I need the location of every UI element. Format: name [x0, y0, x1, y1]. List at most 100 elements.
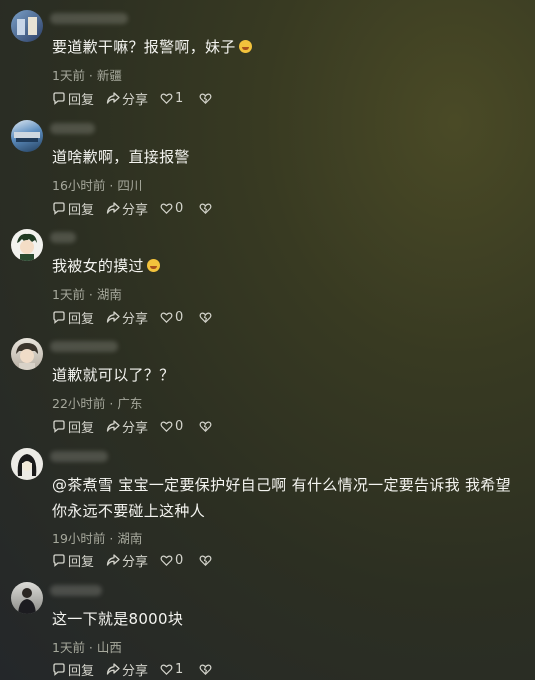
reply-label: 回复: [68, 311, 95, 327]
reply-label: 回复: [68, 92, 95, 108]
share-label: 分享: [122, 420, 149, 436]
comment-meta: 22小时前 · 广东: [52, 396, 143, 411]
share-button[interactable]: 分享: [106, 308, 148, 327]
username-blurred[interactable]: [50, 123, 95, 134]
comment-bubble-icon: [53, 554, 65, 567]
reply-button[interactable]: 回复: [52, 199, 94, 218]
dislike-button[interactable]: [199, 202, 214, 215]
comment-text: 道歉就可以了？？: [52, 366, 175, 384]
reply-button[interactable]: 回复: [52, 551, 94, 570]
share-button[interactable]: 分享: [106, 551, 148, 570]
comment-bubble-icon: [53, 202, 65, 215]
comment-text: @茶煮雪 宝宝一定要保护好自己啊 有什么情况一定要告诉我 我希望你永远不要碰上这…: [52, 476, 511, 520]
heart-icon: [160, 664, 173, 675]
like-count: 1: [175, 661, 184, 677]
comment-text: 要道歉干嘛？报警啊，妹子: [52, 34, 523, 60]
heart-icon: [160, 421, 173, 432]
heart-icon: [160, 312, 173, 323]
broken-heart-icon: [199, 421, 212, 432]
like-count: 0: [175, 200, 184, 216]
comment-meta: 19小时前 · 湖南: [52, 531, 143, 546]
avatar-image: [17, 17, 37, 35]
share-button[interactable]: 分享: [106, 417, 148, 436]
like-button[interactable]: 1: [160, 662, 183, 677]
share-button[interactable]: 分享: [106, 89, 148, 108]
comment-meta: 1天前 · 山西: [52, 640, 122, 655]
like-button[interactable]: 0: [160, 419, 183, 434]
avatar-image: [17, 233, 37, 261]
comment-actions: 回复 分享 1: [52, 89, 226, 108]
comment-actions: 回复 分享 1: [52, 660, 226, 679]
broken-heart-icon: [199, 312, 212, 323]
like-count: 0: [175, 418, 184, 434]
broken-heart-icon: [199, 203, 212, 214]
comment-text-content: 我被女的摸过: [52, 257, 144, 275]
reply-label: 回复: [68, 202, 95, 218]
share-label: 分享: [122, 663, 149, 679]
comment-text: 这一下就是8000块: [52, 610, 184, 628]
broken-heart-icon: [199, 555, 212, 566]
laughing-emoji-icon: [238, 40, 252, 53]
comment-bubble-icon: [53, 663, 65, 676]
comment-bubble-icon: [53, 420, 65, 433]
share-arrow-icon: [106, 554, 120, 566]
broken-heart-icon: [199, 93, 212, 104]
comment-bubble-icon: [53, 311, 65, 324]
reply-label: 回复: [68, 420, 95, 436]
username-blurred[interactable]: [50, 451, 108, 462]
like-button[interactable]: 0: [160, 201, 183, 216]
comment-text: 道啥歉啊，直接报警: [52, 148, 190, 166]
like-button[interactable]: 0: [160, 310, 183, 325]
like-button[interactable]: 0: [160, 553, 183, 568]
heart-icon: [160, 203, 173, 214]
share-arrow-icon: [106, 311, 120, 323]
username-blurred[interactable]: [50, 341, 118, 352]
share-arrow-icon: [106, 202, 120, 214]
avatar-image: [16, 343, 38, 370]
like-count: 0: [175, 309, 184, 325]
like-count: 1: [175, 90, 184, 106]
reply-label: 回复: [68, 663, 95, 679]
comment-actions: 回复 分享 0: [52, 551, 226, 570]
reply-button[interactable]: 回复: [52, 89, 94, 108]
avatar[interactable]: [11, 10, 43, 42]
avatar[interactable]: [11, 582, 43, 614]
username-blurred[interactable]: [50, 232, 76, 243]
avatar[interactable]: [11, 120, 43, 152]
like-button[interactable]: 1: [160, 91, 183, 106]
avatar-image: [18, 588, 36, 614]
reply-label: 回复: [68, 554, 95, 570]
comment-bubble-icon: [53, 92, 65, 105]
reply-button[interactable]: 回复: [52, 660, 94, 679]
dislike-button[interactable]: [199, 554, 214, 567]
share-arrow-icon: [106, 420, 120, 432]
dislike-button[interactable]: [199, 92, 214, 105]
avatar-image: [14, 132, 40, 142]
share-label: 分享: [122, 202, 149, 218]
dislike-button[interactable]: [199, 420, 214, 433]
like-count: 0: [175, 552, 184, 568]
tongue-emoji-icon: [146, 259, 160, 272]
share-label: 分享: [122, 92, 149, 108]
avatar-image: [17, 454, 37, 476]
share-button[interactable]: 分享: [106, 199, 148, 218]
username-blurred[interactable]: [50, 585, 102, 596]
username-blurred[interactable]: [50, 13, 128, 24]
dislike-button[interactable]: [199, 663, 214, 676]
avatar[interactable]: [11, 229, 43, 261]
avatar[interactable]: [11, 338, 43, 370]
comment-actions: 回复 分享 0: [52, 308, 226, 327]
share-arrow-icon: [106, 92, 120, 104]
reply-button[interactable]: 回复: [52, 308, 94, 327]
comment-meta: 1天前 · 新疆: [52, 68, 122, 83]
avatar[interactable]: [11, 448, 43, 480]
comment-text: 我被女的摸过: [52, 253, 523, 279]
comment-actions: 回复 分享 0: [52, 417, 226, 436]
reply-button[interactable]: 回复: [52, 417, 94, 436]
comment-actions: 回复 分享 0: [52, 199, 226, 218]
share-button[interactable]: 分享: [106, 660, 148, 679]
comment-meta: 1天前 · 湖南: [52, 287, 122, 302]
dislike-button[interactable]: [199, 311, 214, 324]
comment-text-content: 要道歉干嘛？报警啊，妹子: [52, 38, 236, 56]
heart-icon: [160, 93, 173, 104]
